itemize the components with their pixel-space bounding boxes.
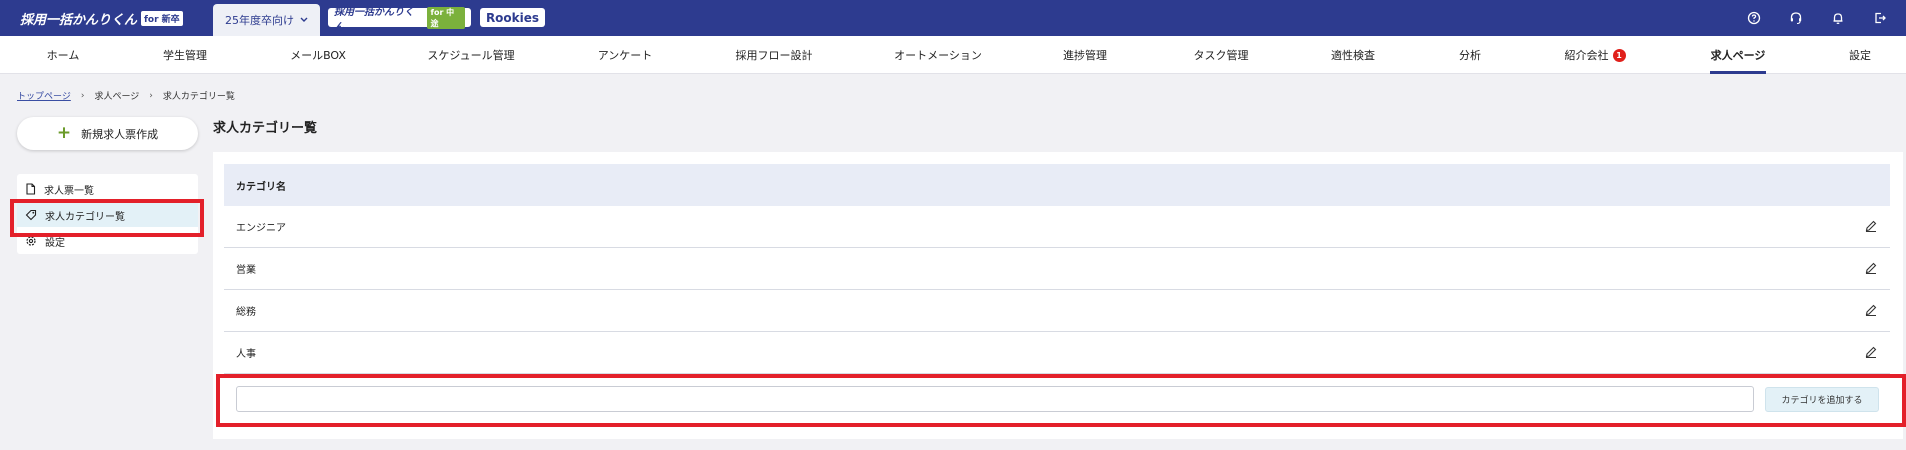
top-header: 採用一括かんりくん for 新卒 25年度卒向け 採用一括かんりくん for 中… xyxy=(0,0,1906,36)
add-category-button[interactable]: カテゴリを追加する xyxy=(1765,387,1879,412)
main-nav: ホーム 学生管理 メールBOX スケジュール管理 アンケート 採用フロー設計 オ… xyxy=(0,36,1906,74)
document-icon xyxy=(26,183,36,195)
nav-progress[interactable]: 進捗管理 xyxy=(1060,36,1110,74)
nav-label: ホーム xyxy=(46,49,80,62)
sidebar-item-label: 求人票一覧 xyxy=(44,185,94,197)
nav-label: メールBOX xyxy=(290,49,346,62)
nav-students[interactable]: 学生管理 xyxy=(160,36,210,74)
table-row: 人事 xyxy=(224,332,1890,374)
nav-settings[interactable]: 設定 xyxy=(1845,36,1875,74)
nav-label: タスク管理 xyxy=(1193,49,1249,62)
nav-label: 分析 xyxy=(1459,49,1481,62)
nav-survey[interactable]: アンケート xyxy=(595,36,655,74)
support-icon[interactable] xyxy=(1786,8,1806,28)
pencil-icon[interactable] xyxy=(1864,303,1878,317)
pencil-icon[interactable] xyxy=(1864,261,1878,275)
breadcrumb-top[interactable]: トップページ xyxy=(17,89,71,102)
chevron-right-icon: › xyxy=(80,90,85,101)
notification-badge: 1 xyxy=(1612,48,1626,62)
table-header: カテゴリ名 xyxy=(224,164,1890,206)
nav-automation[interactable]: オートメーション xyxy=(893,36,983,74)
nav-agencies[interactable]: 紹介会社 1 xyxy=(1562,36,1628,74)
chuto-app-link[interactable]: 採用一括かんりくん for 中途 xyxy=(328,6,471,33)
new-job-posting-label: 新規求人票作成 xyxy=(81,127,159,141)
header-actions xyxy=(1744,8,1890,28)
logo-chuto-tag: for 中途 xyxy=(427,6,465,29)
bell-icon[interactable] xyxy=(1828,8,1848,28)
plus-icon: + xyxy=(56,123,72,143)
chevron-right-icon: › xyxy=(149,90,153,101)
breadcrumb-current: 求人カテゴリー覧 xyxy=(162,92,235,102)
nav-label: 採用フロー設計 xyxy=(735,49,813,62)
breadcrumb: トップページ › 求人ページ › 求人カテゴリー覧 xyxy=(17,89,235,103)
logo-main-text: 採用一括かんりくん xyxy=(20,12,138,28)
graduation-year-select[interactable]: 25年度卒向け xyxy=(213,4,320,36)
nav-aptitude[interactable]: 適性検査 xyxy=(1328,36,1378,74)
highlight-box-sidebar xyxy=(10,199,204,237)
page-title: 求人カテゴリー覧 xyxy=(213,121,318,136)
category-name: 総務 xyxy=(236,307,256,318)
nav-job-pages[interactable]: 求人ページ xyxy=(1710,36,1766,74)
logout-icon[interactable] xyxy=(1870,8,1890,28)
table-row: 総務 xyxy=(224,290,1890,332)
category-name: エンジニア xyxy=(236,223,286,234)
nav-mailbox[interactable]: メールBOX xyxy=(288,36,348,74)
table-row: 営業 xyxy=(224,248,1890,290)
pencil-icon[interactable] xyxy=(1864,219,1878,233)
logo-main-tag: for 新卒 xyxy=(141,10,183,26)
rookies-app-link[interactable]: Rookies xyxy=(480,8,545,27)
nav-label: 進捗管理 xyxy=(1063,49,1107,62)
nav-recruit-flow[interactable]: 採用フロー設計 xyxy=(733,36,815,74)
nav-label: アンケート xyxy=(597,49,653,62)
nav-label: 学生管理 xyxy=(163,49,207,62)
logo-chuto-text: 採用一括かんりくん xyxy=(334,6,414,33)
breadcrumb-mid: 求人ページ xyxy=(94,92,140,102)
nav-home[interactable]: ホーム xyxy=(40,36,86,74)
category-name: 営業 xyxy=(236,265,256,276)
nav-label: 紹介会社 xyxy=(1564,49,1609,62)
nav-tasks[interactable]: タスク管理 xyxy=(1190,36,1252,74)
year-select-label: 25年度卒向け xyxy=(225,14,294,27)
new-job-posting-button[interactable]: + 新規求人票作成 xyxy=(17,117,198,150)
nav-label: 適性検査 xyxy=(1331,49,1375,62)
help-icon[interactable] xyxy=(1744,8,1764,28)
nav-label: オートメーション xyxy=(894,49,982,62)
category-name: 人事 xyxy=(236,349,256,360)
sidebar-item-job-list[interactable]: 求人票一覧 xyxy=(17,177,198,201)
nav-label: 設定 xyxy=(1849,49,1871,62)
nav-label: 求人ページ xyxy=(1710,49,1766,62)
chevron-down-icon xyxy=(300,17,308,22)
nav-schedule[interactable]: スケジュール管理 xyxy=(425,36,517,74)
nav-label: スケジュール管理 xyxy=(427,49,515,62)
pencil-icon[interactable] xyxy=(1864,345,1878,359)
nav-analysis[interactable]: 分析 xyxy=(1455,36,1485,74)
table-row: エンジニア xyxy=(224,206,1890,248)
app-logo[interactable]: 採用一括かんりくん for 新卒 xyxy=(20,9,183,28)
category-name-input[interactable] xyxy=(236,386,1754,412)
